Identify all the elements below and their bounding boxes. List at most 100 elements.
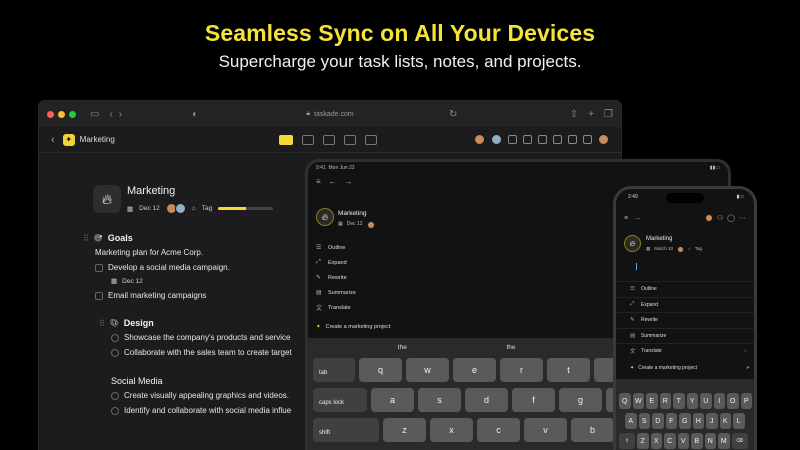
mindmap-view-icon[interactable] [344,134,356,145]
task-text[interactable]: Collaborate with the sales team to creat… [124,348,292,357]
avatar[interactable] [474,134,485,145]
project-date[interactable]: Dec 12 [139,205,160,212]
menu-icon[interactable]: ≡ [316,177,321,186]
back-arrow-icon[interactable]: ‹ [109,109,112,120]
key-g[interactable]: g [559,388,602,412]
task-radio[interactable] [111,406,119,415]
add-member-icon[interactable] [508,135,517,144]
avatar[interactable] [704,214,713,222]
user-avatar[interactable] [598,134,609,145]
menu-item-outline[interactable]: ☰ Outline [308,240,608,255]
chat-icon[interactable]: ◯ [727,214,735,222]
key-s[interactable]: s [418,388,461,412]
avatar[interactable] [366,221,375,229]
menu-item-expand[interactable]: ⤢ Expand [308,255,608,270]
menu-item-summarize[interactable]: ▤ Summarize [616,327,754,344]
back-button[interactable]: ‹ [51,134,55,146]
menu-item-translate[interactable]: 文 Translate [308,300,608,315]
avatar[interactable] [491,134,502,145]
key-o[interactable]: O [727,393,739,409]
project-title[interactable]: Marketing [127,185,175,197]
key-w[interactable]: w [406,358,449,382]
key-b[interactable]: b [571,418,614,442]
more-icon[interactable]: ⋯ [739,214,746,222]
goals-heading[interactable]: Goals [108,233,133,243]
task-date[interactable]: Dec 12 [122,278,143,285]
key-n[interactable]: N [704,433,716,449]
forward-arrow-icon[interactable]: → [345,177,353,186]
shift-key[interactable]: shift [313,418,379,442]
key-q[interactable]: Q [619,393,631,409]
menu-item-translate[interactable]: 文 Translate › [616,343,754,359]
key-x[interactable]: X [650,433,662,449]
key-e[interactable]: E [646,393,658,409]
key-f[interactable]: F [665,413,677,429]
ai-agent-icon[interactable] [523,135,532,144]
key-h[interactable]: H [692,413,704,429]
social-media-heading[interactable]: Social Media [111,376,163,386]
reload-icon[interactable]: ↻ [449,109,457,120]
create-prompt[interactable]: ✦ Create a marketing project [316,324,390,330]
board-view-icon[interactable] [302,134,314,145]
list-view-icon[interactable] [279,134,293,145]
drag-handle-icon[interactable]: ⠿ [99,319,105,328]
maximize-window-button[interactable] [69,110,76,118]
avatar[interactable] [677,246,685,253]
send-icon[interactable]: ➤ [746,365,750,371]
phone-project-title[interactable]: Marketing [646,236,672,242]
fire-icon[interactable]: 🔥︎ [93,185,121,213]
suggestion[interactable]: the [506,344,515,351]
menu-item-rewrite[interactable]: ✎ Rewrite [308,270,608,285]
key-p[interactable]: P [740,393,752,409]
chat-icon[interactable] [538,135,547,144]
menu-icon[interactable]: ≡ [624,215,628,222]
key-b[interactable]: B [691,433,703,449]
workspace-logo-icon[interactable]: ✦ [62,133,75,146]
task-checkbox[interactable] [95,291,103,300]
key-a[interactable]: a [371,388,414,412]
key-m[interactable]: M [718,433,730,449]
filter-icon[interactable] [553,135,562,144]
key-l[interactable]: L [733,413,745,429]
minimize-window-button[interactable] [58,110,65,118]
shift-key[interactable]: ⇧ [619,433,635,449]
back-arrow-icon[interactable]: ← [329,177,337,186]
key-q[interactable]: q [359,358,402,382]
key-w[interactable]: W [632,393,644,409]
key-y[interactable]: Y [686,393,698,409]
key-d[interactable]: D [652,413,664,429]
task-text[interactable]: Showcase the company's products and serv… [124,333,291,342]
suggestion[interactable]: the [398,344,407,351]
key-a[interactable]: A [625,413,637,429]
menu-item-expand[interactable]: ⤢ Expand [616,296,754,313]
tab-key[interactable]: tab [313,358,355,382]
key-d[interactable]: d [465,388,508,412]
drag-handle-icon[interactable]: ⠿ [83,234,89,243]
forward-arrow-icon[interactable]: → [634,215,641,222]
tablet-project-date[interactable]: Dec 12 [347,221,363,229]
fire-icon[interactable]: 🔥︎ [624,235,641,252]
key-z[interactable]: Z [637,433,649,449]
key-c[interactable]: C [664,433,676,449]
shield-icon[interactable]: ◐ [192,109,198,120]
task-text[interactable]: Create visually appealing graphics and v… [124,391,289,400]
address-bar[interactable]: 🔒︎ taskade.com [306,110,353,118]
task-text[interactable]: Email marketing campaigns [108,291,206,300]
key-j[interactable]: J [706,413,718,429]
key-r[interactable]: R [659,393,671,409]
caps-lock-key[interactable]: caps lock [313,388,367,412]
org-chart-view-icon[interactable] [365,134,377,145]
phone-project-date[interactable]: March 10 [654,246,673,253]
task-text[interactable]: Identify and collaborate with social med… [124,406,291,415]
calendar-view-icon[interactable] [323,134,335,145]
key-v[interactable]: V [677,433,689,449]
avatar[interactable] [174,203,186,214]
goals-description[interactable]: Marketing plan for Acme Corp. [95,248,203,257]
project-tag[interactable]: Tag [202,205,212,212]
menu-item-rewrite[interactable]: ✎ Rewrite [616,312,754,328]
task-radio[interactable] [111,333,119,342]
task-checkbox[interactable] [95,263,103,272]
key-t[interactable]: T [673,393,685,409]
key-e[interactable]: e [453,358,496,382]
task-radio[interactable] [111,348,119,357]
